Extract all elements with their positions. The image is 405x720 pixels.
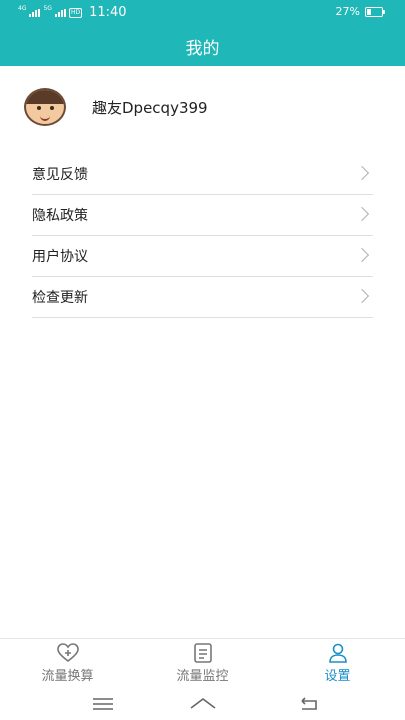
chevron-right-icon [354,165,370,181]
menu-item-check-update[interactable]: 检查更新 [32,277,373,318]
tab-label: 流量监控 [176,668,229,684]
signal-label-2: 5G [43,4,52,12]
menu-item-label: 隐私政策 [32,208,88,224]
bottom-tab-bar: 流量换算 流量监控 设置 [0,638,405,687]
tab-label: 设置 [324,668,351,684]
battery-icon [365,6,385,17]
status-bar: 4G 5G HD 11:40 27% [0,0,405,26]
tab-settings[interactable]: 设置 [270,639,405,687]
system-nav-bar [0,688,405,720]
menu-item-user-agreement[interactable]: 用户协议 [32,236,373,277]
page-title: 我的 [185,38,220,59]
signal-bars-2-icon [54,8,66,17]
chevron-right-icon [354,206,370,222]
tab-traffic-conversion[interactable]: 流量换算 [0,639,135,687]
battery-percent: 27% [335,5,360,18]
profile-row[interactable]: 趣友Dpecqy399 [24,88,208,126]
avatar-icon[interactable] [24,88,66,126]
tab-traffic-monitor[interactable]: 流量监控 [135,639,270,687]
menu-icon[interactable] [88,692,118,716]
signal-label-1: 4G [18,4,27,12]
title-bar: 我的 [0,26,405,66]
tab-label: 流量换算 [41,668,94,684]
settings-menu: 意见反馈 隐私政策 用户协议 检查更新 [32,154,373,318]
menu-item-label: 用户协议 [32,249,88,265]
signal-bars-1-icon [29,8,41,17]
heart-plus-icon [56,642,79,662]
menu-item-feedback[interactable]: 意见反馈 [32,154,373,195]
user-icon [328,643,347,663]
home-icon[interactable] [188,692,218,716]
back-icon[interactable] [294,692,324,716]
username: 趣友Dpecqy399 [92,98,208,117]
chevron-right-icon [354,288,370,304]
status-time: 11:40 [89,5,127,20]
document-icon [193,642,212,663]
menu-item-privacy-policy[interactable]: 隐私政策 [32,195,373,236]
menu-item-label: 检查更新 [32,290,88,306]
menu-item-label: 意见反馈 [32,167,88,183]
chevron-right-icon [354,247,370,263]
status-right: 27% [335,5,385,18]
status-left: 4G 5G HD 11:40 [18,5,127,20]
hd-badge: HD [68,7,83,18]
